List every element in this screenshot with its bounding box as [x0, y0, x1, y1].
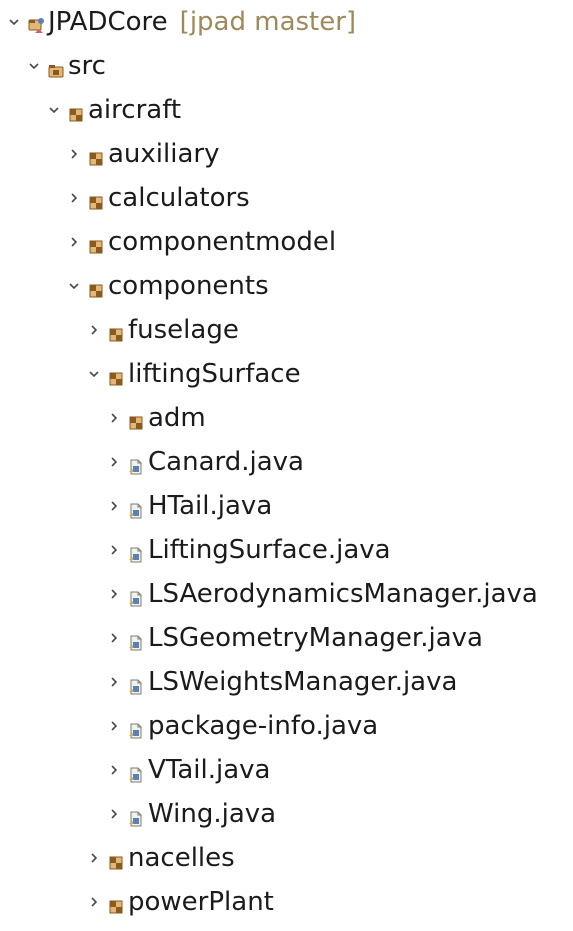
- package-icon: [108, 322, 124, 342]
- tree-item[interactable]: LSAerodynamicsManager.java: [106, 572, 538, 616]
- chevron-right-icon[interactable]: [106, 806, 122, 822]
- tree-item-label: liftingSurface: [128, 359, 301, 389]
- tree-item[interactable]: LiftingSurface.java: [106, 528, 391, 572]
- tree-item[interactable]: components: [66, 264, 269, 308]
- tree-item[interactable]: Canard.java: [106, 440, 304, 484]
- project-explorer-tree: JPADCore [jpad master] src aircraft auxili…: [0, 0, 573, 931]
- tree-item-project[interactable]: JPADCore [jpad master]: [6, 0, 356, 44]
- tree-item-label: src: [68, 51, 106, 81]
- package-icon: [108, 850, 124, 870]
- tree-item[interactable]: LSWeightsManager.java: [106, 660, 457, 704]
- package-icon: [88, 146, 104, 166]
- tree-item-label: powerPlant: [128, 887, 274, 917]
- chevron-right-icon[interactable]: [66, 190, 82, 206]
- chevron-right-icon[interactable]: [106, 410, 122, 426]
- chevron-right-icon[interactable]: [86, 850, 102, 866]
- tree-item-label: VTail.java: [148, 755, 271, 785]
- tree-item-label: componentmodel: [108, 227, 337, 257]
- tree-item-label: components: [108, 271, 269, 301]
- tree-item[interactable]: nacelles: [86, 836, 235, 880]
- chevron-right-icon[interactable]: [86, 894, 102, 910]
- tree-item[interactable]: Wing.java: [106, 792, 276, 836]
- project-label: JPADCore: [48, 7, 168, 37]
- tree-item[interactable]: liftingSurface: [86, 352, 301, 396]
- tree-item-label: LSGeometryManager.java: [148, 623, 483, 653]
- chevron-right-icon[interactable]: [106, 762, 122, 778]
- java-file-icon: [128, 498, 144, 519]
- package-icon: [88, 234, 104, 254]
- chevron-right-icon[interactable]: [66, 234, 82, 250]
- java-file-icon: [128, 542, 144, 563]
- chevron-right-icon[interactable]: [106, 498, 122, 514]
- tree-item[interactable]: LSGeometryManager.java: [106, 616, 483, 660]
- chevron-right-icon[interactable]: [106, 454, 122, 470]
- chevron-down-icon[interactable]: [86, 366, 102, 382]
- chevron-right-icon[interactable]: [106, 630, 122, 646]
- repository-decoration: [jpad master]: [179, 7, 357, 37]
- tree-item-label: Canard.java: [148, 447, 304, 477]
- tree-item[interactable]: auxiliary: [66, 132, 219, 176]
- tree-item-label: Wing.java: [148, 799, 277, 829]
- chevron-right-icon[interactable]: [106, 674, 122, 690]
- java-file-icon: [128, 586, 144, 607]
- tree-item-label: fuselage: [128, 315, 239, 345]
- package-icon: [88, 190, 104, 210]
- tree-item-label: LiftingSurface.java: [148, 535, 391, 565]
- tree-item[interactable]: HTail.java: [106, 484, 272, 528]
- java-file-icon: [128, 454, 144, 475]
- java-file-icon: [128, 762, 144, 783]
- package-icon: [88, 278, 104, 298]
- package-icon: [128, 410, 144, 430]
- chevron-right-icon[interactable]: [66, 146, 82, 162]
- java-project-icon: [28, 14, 44, 33]
- tree-item-label: nacelles: [128, 843, 235, 873]
- tree-item-label: LSAerodynamicsManager.java: [148, 579, 538, 609]
- java-file-icon: [128, 806, 144, 827]
- package-icon: [108, 894, 124, 914]
- tree-item-label: package-info.java: [148, 711, 379, 741]
- chevron-down-icon[interactable]: [46, 102, 62, 118]
- package-icon: [108, 366, 124, 386]
- tree-item[interactable]: componentmodel: [66, 220, 336, 264]
- tree-item[interactable]: powerPlant: [86, 880, 274, 924]
- tree-item[interactable]: calculators: [66, 176, 250, 220]
- tree-item-label: aircraft: [88, 95, 182, 125]
- source-folder-icon: [48, 58, 64, 78]
- chevron-right-icon[interactable]: [106, 718, 122, 734]
- chevron-right-icon[interactable]: [106, 542, 122, 558]
- tree-item[interactable]: src: [26, 44, 106, 88]
- tree-item[interactable]: package-info.java: [106, 704, 378, 748]
- tree-item[interactable]: fuselage: [86, 308, 239, 352]
- java-file-icon: [128, 718, 144, 739]
- chevron-right-icon[interactable]: [86, 322, 102, 338]
- tree-item-label: HTail.java: [148, 491, 273, 521]
- java-file-icon: [128, 630, 144, 651]
- chevron-down-icon[interactable]: [6, 14, 22, 30]
- tree-item-label: auxiliary: [108, 139, 220, 169]
- chevron-down-icon[interactable]: [26, 58, 42, 74]
- java-file-icon: [128, 674, 144, 695]
- tree-item-label: LSWeightsManager.java: [148, 667, 458, 697]
- package-icon: [68, 102, 84, 122]
- tree-item[interactable]: VTail.java: [106, 748, 270, 792]
- tree-item[interactable]: adm: [106, 396, 206, 440]
- tree-item-label: adm: [148, 403, 206, 433]
- chevron-right-icon[interactable]: [106, 586, 122, 602]
- tree-item[interactable]: aircraft: [46, 88, 181, 132]
- chevron-down-icon[interactable]: [66, 278, 82, 294]
- tree-item-label: calculators: [108, 183, 250, 213]
